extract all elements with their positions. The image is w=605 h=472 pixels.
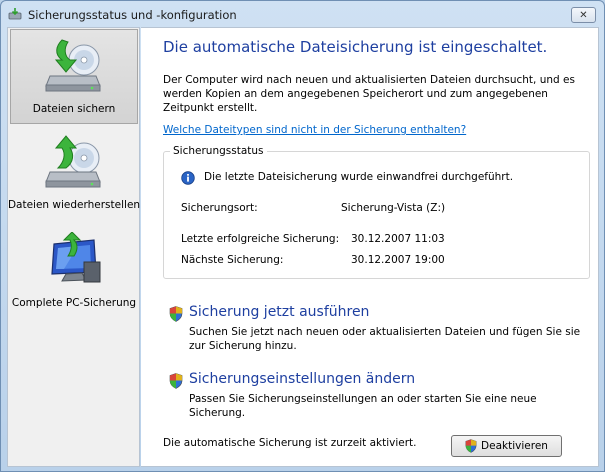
backup-app-icon — [8, 8, 22, 20]
next-backup-label: Nächste Sicherung: — [181, 254, 284, 266]
last-backup-value: 30.12.2007 11:03 — [351, 233, 445, 245]
close-icon: ✕ — [579, 9, 588, 21]
backup-status-group-label: Sicherungsstatus — [170, 145, 267, 157]
sidebar: Dateien sichern Dateien wiederherstellen — [7, 27, 140, 467]
last-backup-label: Letzte erfolgreiche Sicherung: — [181, 233, 340, 245]
sidebar-item-label: Dateien sichern — [32, 103, 116, 115]
backup-window: Sicherungsstatus und -konfiguration ✕ Da… — [0, 0, 605, 472]
sidebar-item-label: Dateien wiederherstellen — [7, 199, 141, 211]
complete-pc-icon — [51, 232, 101, 283]
backup-disk-icon — [45, 39, 101, 92]
shield-icon — [169, 306, 183, 322]
close-button[interactable]: ✕ — [571, 7, 596, 23]
change-backup-settings-description: Passen Sie Sicherungseinstellungen an od… — [189, 393, 537, 419]
deactivate-button-label: Deaktivieren — [481, 440, 548, 452]
sidebar-item-label: Complete PC-Sicherung — [11, 297, 137, 309]
sidebar-item-backup-files[interactable]: Dateien sichern — [10, 29, 138, 124]
status-message: Die letzte Dateisicherung wurde einwandf… — [204, 171, 514, 183]
sidebar-item-restore-files[interactable]: Dateien wiederherstellen — [7, 125, 141, 220]
sidebar-item-complete-pc-backup[interactable]: Complete PC-Sicherung — [10, 223, 138, 318]
run-backup-now-description: Suchen Sie jetzt nach neuen oder aktuali… — [189, 326, 581, 352]
shield-icon — [169, 373, 183, 389]
page-title: Die automatische Dateisicherung ist eing… — [163, 38, 548, 56]
next-backup-value: 30.12.2007 19:00 — [351, 254, 445, 266]
main-panel: Die automatische Dateisicherung ist eing… — [141, 27, 599, 467]
backup-status-group: Sicherungsstatus Die letzte Dateisicheru… — [163, 145, 590, 279]
excluded-file-types-link[interactable]: Welche Dateitypen sind nicht in der Sich… — [163, 124, 466, 136]
backup-location-value: Sicherung-Vista (Z:) — [341, 202, 446, 214]
auto-backup-status-text: Die automatische Sicherung ist zurzeit a… — [163, 437, 417, 449]
info-icon — [181, 171, 195, 185]
backup-location-label: Sicherungsort: — [181, 202, 258, 214]
run-backup-now-link[interactable]: Sicherung jetzt ausführen — [189, 304, 369, 320]
deactivate-button[interactable]: Deaktivieren — [451, 435, 562, 457]
shield-icon — [465, 439, 477, 453]
title-bar[interactable]: Sicherungsstatus und -konfiguration ✕ — [1, 1, 604, 27]
change-backup-settings-link[interactable]: Sicherungseinstellungen ändern — [189, 371, 415, 387]
backup-description: Der Computer wird nach neuen und aktuali… — [163, 74, 575, 114]
window-title: Sicherungsstatus und -konfiguration — [28, 8, 237, 22]
restore-disk-icon — [45, 135, 101, 188]
